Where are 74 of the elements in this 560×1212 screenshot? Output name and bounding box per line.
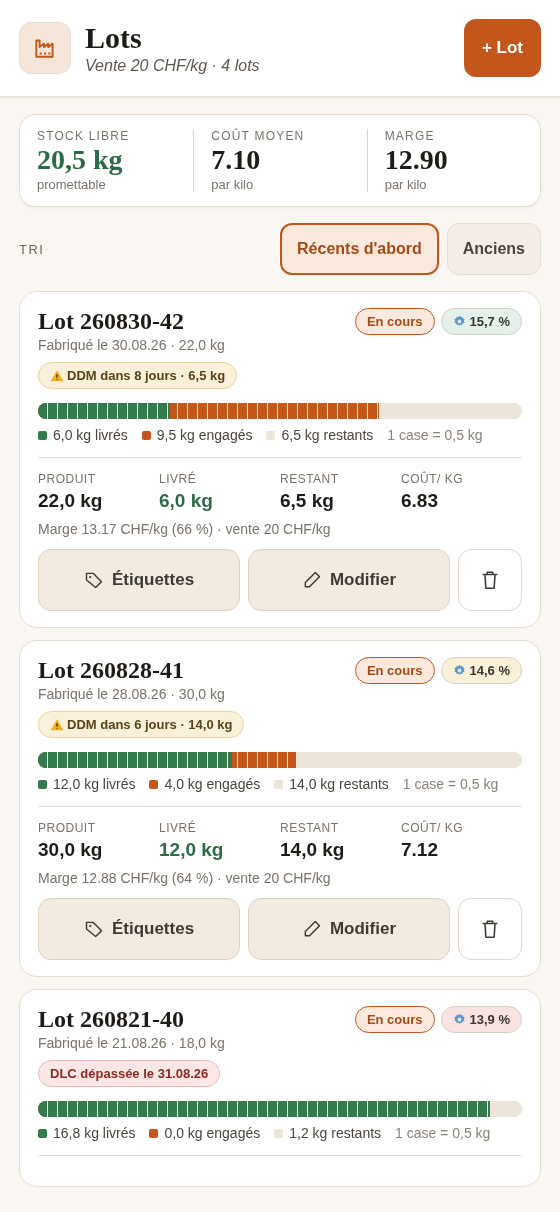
status-badge: En cours	[354, 657, 435, 684]
legend-label: 14,0 kg restants	[289, 776, 389, 792]
gear-icon	[452, 664, 466, 677]
sort-label: TRI	[19, 241, 45, 257]
legend-label: 16,8 kg livrés	[53, 1125, 136, 1141]
sort-option[interactable]: Récents d'abord	[280, 223, 439, 275]
tag-icon	[83, 919, 104, 939]
stat-label: LIVRÉ	[159, 472, 198, 486]
alert-badge: DDM dans 8 jours · 6,5 kg	[38, 362, 238, 389]
warning-icon	[50, 368, 64, 383]
lot-title: Lot 260828-41	[38, 656, 185, 685]
labels-button[interactable]: Étiquettes	[38, 549, 240, 611]
gear-icon	[452, 315, 466, 328]
edit-button[interactable]: Modifier	[248, 549, 450, 611]
labels-button[interactable]: Étiquettes	[38, 898, 240, 960]
stat-value: 6.83	[401, 490, 439, 512]
legend-label: 6,5 kg restants	[281, 427, 374, 443]
stat-label: PRODUIT	[38, 472, 97, 486]
summary-value: 12.90	[384, 143, 449, 177]
alert-badge: DDM dans 6 jours · 14,0 kg	[38, 711, 245, 738]
margin-text: Marge 13.17 CHF/kg (66 %) · vente 20 CHF/kg	[38, 521, 332, 537]
lot-subtitle: Fabriqué le 21.08.26 · 18,0 kg	[38, 1035, 225, 1051]
legend-label: 6,0 kg livrés	[53, 427, 128, 443]
rate-badge: 13,9 %	[440, 1006, 522, 1033]
summary-label: COÛT MOYEN	[211, 129, 306, 143]
stat-label: COÛT/ KG	[401, 821, 464, 835]
summary-note: par kilo	[211, 177, 255, 192]
legend-label: 9,5 kg engagés	[156, 427, 253, 443]
page-title: Lots	[85, 21, 143, 55]
lot-subtitle: Fabriqué le 28.08.26 · 30,0 kg	[38, 686, 225, 702]
status-badge: En cours	[354, 308, 435, 335]
warning-icon	[50, 717, 64, 732]
delete-button[interactable]	[458, 549, 522, 611]
sort-option[interactable]: Anciens	[446, 223, 541, 275]
summary-note: par kilo	[384, 177, 428, 192]
status-badge: En cours	[354, 1006, 435, 1033]
scale-note: 1 case = 0,5 kg	[395, 1125, 491, 1141]
stat-value: 30,0 kg	[38, 839, 104, 861]
stat-value: 7.12	[401, 839, 439, 861]
tag-icon	[83, 570, 104, 590]
lot-title: Lot 260821-40	[38, 1005, 185, 1034]
factory-icon	[19, 22, 71, 74]
delete-button[interactable]	[458, 898, 522, 960]
legend-label: 1,2 kg restants	[289, 1125, 382, 1141]
stat-value: 14,0 kg	[280, 839, 346, 861]
margin-text: Marge 12.88 CHF/kg (64 %) · vente 20 CHF/kg	[38, 870, 332, 886]
add-lot-button[interactable]: + Lot	[463, 19, 541, 77]
summary-label: MARGE	[384, 129, 436, 143]
page-subtitle: Vente 20 CHF/kg · 4 lots	[85, 57, 261, 75]
stat-label: RESTANT	[280, 821, 340, 835]
summary-value: 20,5 kg	[37, 143, 124, 177]
alert-badge: DLC dépassée le 31.08.26	[38, 1060, 221, 1087]
scale-note: 1 case = 0,5 kg	[402, 776, 499, 792]
edit-button[interactable]: Modifier	[248, 898, 450, 960]
legend-label: 12,0 kg livrés	[53, 776, 136, 792]
rate-badge: 15,7 %	[440, 308, 522, 335]
stat-value: 6,5 kg	[280, 490, 335, 512]
lot-title: Lot 260830-42	[38, 307, 185, 336]
stat-value: 12,0 kg	[159, 839, 225, 861]
summary-note: promettable	[37, 177, 107, 192]
summary-value: 7.10	[211, 143, 262, 177]
stat-label: PRODUIT	[38, 821, 97, 835]
stat-value: 6,0 kg	[159, 490, 214, 512]
legend-label: 4,0 kg engagés	[164, 776, 261, 792]
legend-label: 0,0 kg engagés	[164, 1125, 261, 1141]
scale-note: 1 case = 0,5 kg	[387, 427, 483, 443]
summary-label: STOCK LIBRE	[37, 129, 131, 143]
stat-label: COÛT/ KG	[401, 472, 464, 486]
lot-subtitle: Fabriqué le 30.08.26 · 22,0 kg	[38, 337, 225, 353]
stat-label: LIVRÉ	[159, 821, 198, 835]
stat-value: 22,0 kg	[38, 490, 104, 512]
stat-label: RESTANT	[280, 472, 340, 486]
rate-badge: 14,6 %	[440, 657, 522, 684]
gear-icon	[452, 1013, 466, 1026]
